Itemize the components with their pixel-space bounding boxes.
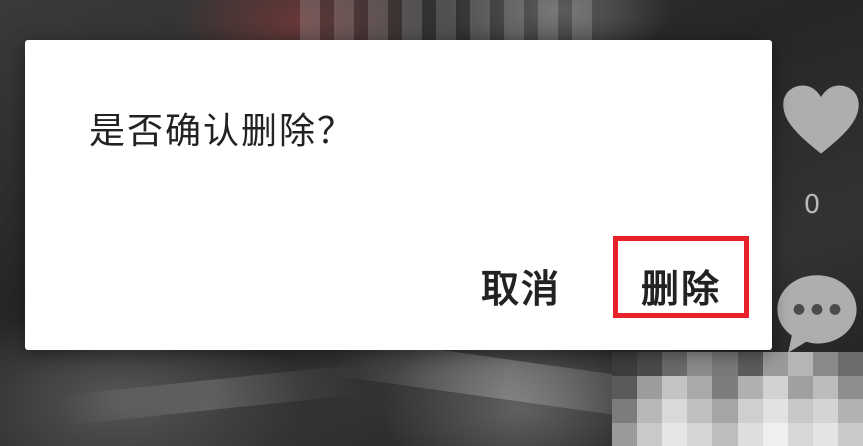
heart-icon[interactable] <box>780 80 862 160</box>
pixelated-area <box>612 352 863 446</box>
dialog-message: 是否确认删除？ <box>89 111 356 152</box>
confirm-delete-dialog: 是否确认删除？ 取消 删除 <box>25 40 772 350</box>
delete-button[interactable]: 删除 <box>641 258 721 313</box>
background-detail <box>300 0 600 40</box>
like-count: 0 <box>803 190 821 220</box>
comment-icon[interactable] <box>772 268 862 358</box>
cancel-button[interactable]: 取消 <box>481 258 561 313</box>
side-action-bar: 0 <box>772 70 863 370</box>
